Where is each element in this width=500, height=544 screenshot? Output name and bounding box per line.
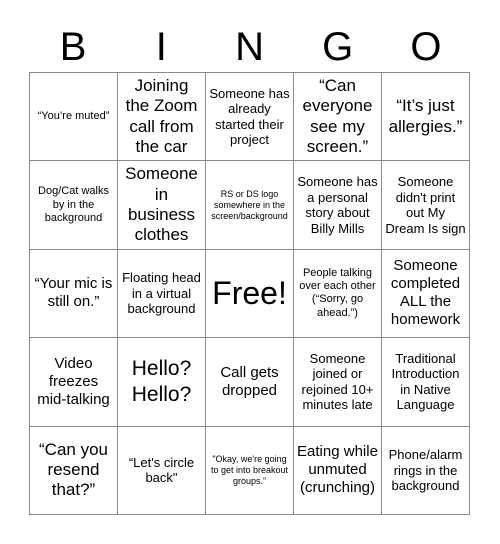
bingo-cell-label: Free! (212, 274, 287, 311)
bingo-cell[interactable]: “Your mic is still on.” (30, 249, 118, 339)
bingo-cell-label: Call gets dropped (220, 363, 279, 399)
bingo-cell-label: Video freezes mid-talking (37, 354, 110, 408)
bingo-cell-label: Joining the Zoom call from the car (125, 75, 198, 157)
bingo-cell[interactable]: Traditional Introduction in Native Langu… (382, 338, 470, 427)
bingo-cell-label: Eating while unmuted (crunching) (297, 443, 378, 497)
bingo-cell[interactable]: Phone/alarm rings in the background (382, 426, 470, 515)
bingo-cell[interactable]: Someone joined or rejoined 10+ minutes l… (294, 338, 382, 427)
bingo-cell[interactable]: Someone didn't print out My Dream Is sig… (382, 161, 470, 250)
bingo-cell-label: “It’s just allergies.” (388, 96, 463, 136)
bingo-cell[interactable]: “Let's circle back" (118, 426, 206, 515)
bingo-cell[interactable]: People talking over each other (“Sorry, … (294, 249, 382, 339)
bingo-cell[interactable]: “Can you resend that?” (30, 426, 118, 515)
bingo-cell[interactable]: “You’re muted” (30, 73, 118, 162)
bingo-header-letter-o: O (410, 25, 442, 69)
bingo-cell-label: “Can you resend that?” (39, 439, 108, 500)
bingo-cell[interactable]: Someone completed ALL the homework (382, 249, 470, 339)
bingo-cell-label: “You’re muted” (37, 110, 110, 123)
bingo-card: B I N G O “You’re muted” Joining the Zoom cal… (0, 0, 500, 544)
bingo-cell[interactable]: Floating head in a virtual background (118, 249, 206, 339)
bingo-cell-label: Someone in business clothes (125, 164, 198, 245)
bingo-cell-label: "Okay, we're going to get into breakout … (210, 453, 289, 486)
bingo-cell-label: “Can everyone see my screen.” (302, 75, 373, 157)
bingo-cell-label: “Let's circle back" (128, 454, 195, 486)
bingo-header-letter-b: B (59, 25, 87, 69)
bingo-cell[interactable]: Someone has already started their projec… (206, 73, 294, 162)
bingo-cell-label: RS or DS logo somewhere in the screen/ba… (211, 188, 288, 221)
bingo-cell[interactable]: Eating while unmuted (crunching) (294, 426, 382, 515)
bingo-cell[interactable]: Someone has a personal story about Billy… (294, 161, 382, 250)
bingo-cell[interactable]: Call gets dropped (206, 338, 294, 427)
bingo-grid: “You’re muted” Joining the Zoom call from… (29, 72, 470, 515)
bingo-cell-label: Someone completed ALL the homework (390, 257, 461, 329)
bingo-cell-label: Someone has already started their projec… (209, 85, 290, 148)
bingo-header-letter-n: N (235, 25, 264, 69)
bingo-cell[interactable]: Someone in business clothes (118, 161, 206, 250)
bingo-cell-label: Someone has a personal story about Billy… (297, 173, 378, 236)
bingo-cell-label: Someone joined or rejoined 10+ minutes l… (301, 350, 374, 413)
bingo-cell-label: Hello? Hello? (131, 357, 192, 406)
bingo-cell-label: Phone/alarm rings in the background (388, 446, 463, 494)
bingo-cell[interactable]: Joining the Zoom call from the car (118, 73, 206, 162)
bingo-cell-label: People talking over each other (“Sorry, … (299, 267, 376, 319)
bingo-cell[interactable]: Hello? Hello? (118, 338, 206, 427)
bingo-header-letter-i: I (155, 25, 167, 69)
bingo-cell[interactable]: “It’s just allergies.” (382, 73, 470, 162)
bingo-cell[interactable]: RS or DS logo somewhere in the screen/ba… (206, 161, 294, 250)
bingo-cell[interactable]: Video freezes mid-talking (30, 338, 118, 427)
bingo-cell[interactable]: Dog/Cat walks by in the background (30, 161, 118, 250)
bingo-cell-label: Someone didn't print out My Dream Is sig… (385, 173, 466, 236)
bingo-cell[interactable]: “Can everyone see my screen.” (294, 73, 382, 162)
bingo-cell[interactable]: "Okay, we're going to get into breakout … (206, 426, 294, 515)
bingo-cell-label: Dog/Cat walks by in the background (38, 185, 109, 224)
bingo-cell-label: “Your mic is still on.” (34, 275, 113, 311)
bingo-cell-label: Floating head in a virtual background (122, 270, 201, 317)
bingo-free-cell[interactable]: Free! (206, 249, 294, 339)
bingo-header: BINGO (29, 22, 470, 72)
bingo-header-letter-g: G (322, 25, 354, 69)
bingo-cell-label: Traditional Introduction in Native Langu… (391, 350, 460, 413)
